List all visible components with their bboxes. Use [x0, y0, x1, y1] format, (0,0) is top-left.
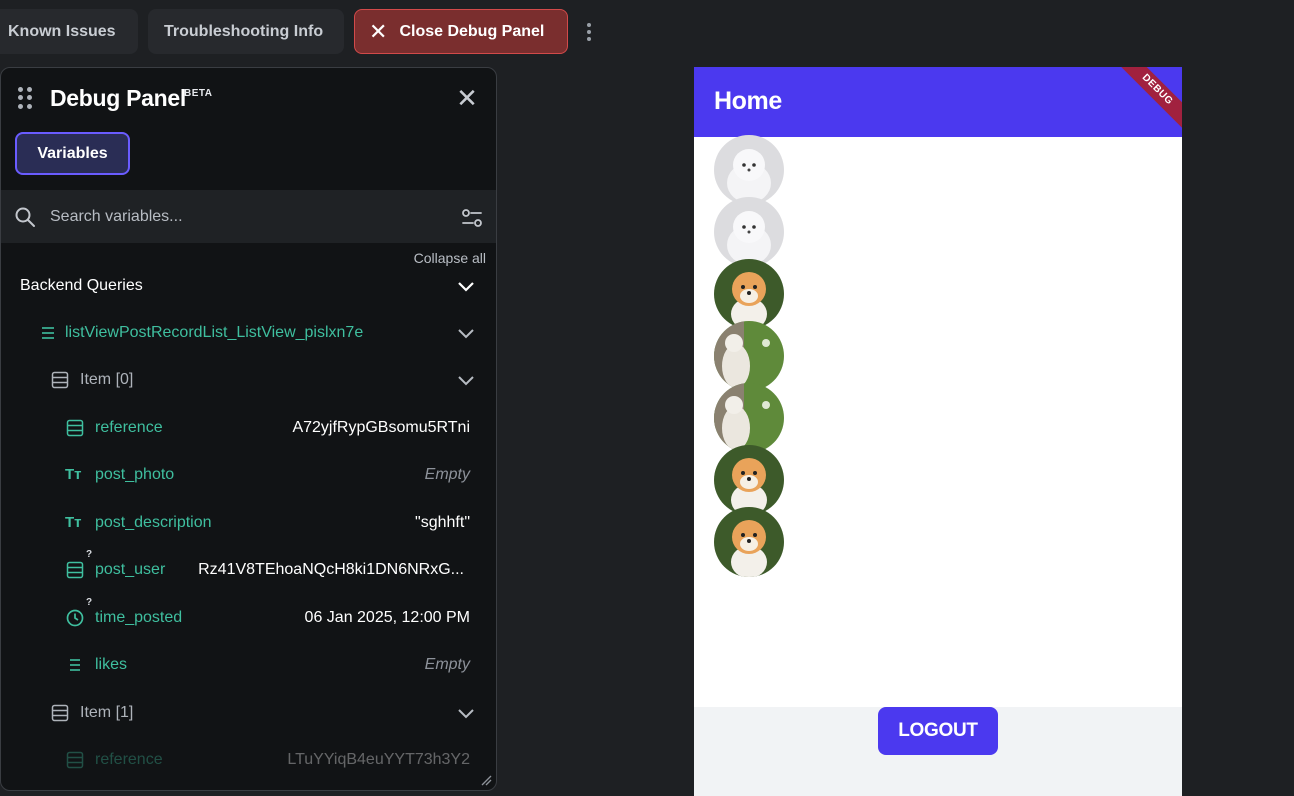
document-ref-icon [66, 419, 84, 437]
field-name: post_user [95, 561, 166, 578]
logout-label: LOGOUT [898, 720, 978, 741]
known-issues-label: Known Issues [8, 22, 116, 40]
troubleshooting-info-button[interactable]: Troubleshooting Info [148, 9, 344, 54]
post-list [714, 135, 784, 577]
list-item[interactable] [714, 507, 784, 577]
section-label: Backend Queries [20, 277, 143, 294]
search-icon [15, 207, 35, 227]
field-value: Empty [424, 466, 470, 483]
footer-area: LOGOUT [694, 707, 1182, 796]
field-value: A72yjfRypGBsomu5RTni [292, 419, 470, 436]
chevron-down-icon [458, 376, 474, 386]
clock-icon [66, 609, 84, 627]
search-input[interactable] [50, 204, 430, 230]
list-icon [70, 659, 80, 671]
avatar [714, 321, 784, 391]
field-name: likes [95, 656, 128, 673]
troubleshooting-label: Troubleshooting Info [164, 22, 324, 40]
text-type-icon: Tт [65, 514, 82, 531]
field-name: reference [95, 751, 163, 768]
avatar [714, 135, 784, 205]
app-preview: Home DEBUG LOGOUT [694, 67, 1182, 796]
drag-handle-icon[interactable] [18, 87, 32, 109]
field-name: post_description [95, 514, 212, 531]
item-1-node[interactable]: Item [1] [1, 690, 496, 736]
document-icon [51, 371, 69, 389]
debug-ribbon: DEBUG [1111, 67, 1182, 136]
avatar [714, 445, 784, 515]
beta-badge: BETA [184, 88, 213, 99]
chevron-down-icon [458, 282, 474, 292]
field-row[interactable]: Tт post_photo Empty [1, 452, 496, 498]
field-name: post_photo [95, 466, 175, 483]
close-icon: ✕ [369, 18, 388, 44]
resize-handle-icon[interactable] [480, 774, 492, 786]
query-name: listViewPostRecordList_ListView_pislxn7e [65, 324, 364, 341]
list-item[interactable] [714, 321, 784, 391]
field-row[interactable]: reference LTuYYiqB4euYYT73h3Y2 [1, 737, 496, 783]
close-debug-panel-button[interactable]: ✕ Close Debug Panel [354, 9, 568, 54]
field-name: reference [95, 419, 163, 436]
item-0-node[interactable]: Item [0] [1, 357, 496, 403]
list-item[interactable] [714, 135, 784, 205]
field-row[interactable]: likes Empty [1, 642, 496, 688]
item-label: Item [0] [80, 371, 134, 388]
section-backend-queries[interactable]: Backend Queries [1, 263, 496, 309]
text-type-icon: Tт [65, 466, 82, 483]
filter-icon[interactable] [461, 207, 483, 229]
avatar [714, 259, 784, 329]
page-title: Home [714, 87, 782, 115]
tab-variables-label: Variables [37, 144, 108, 162]
document-ref-icon [66, 561, 84, 579]
field-value: LTuYYiqB4euYYT73h3Y2 [287, 751, 470, 768]
close-debug-label: Close Debug Panel [399, 22, 545, 40]
search-bar [1, 190, 496, 243]
query-node[interactable]: listViewPostRecordList_ListView_pislxn7e [1, 310, 496, 356]
list-item[interactable] [714, 445, 784, 515]
tab-variables[interactable]: Variables [15, 132, 130, 175]
panel-close-icon[interactable]: ✕ [455, 85, 479, 111]
app-bar: Home DEBUG [694, 67, 1182, 137]
nullable-mark: ? [86, 549, 93, 560]
debug-panel-header: Debug Panel BETA ✕ [1, 68, 496, 130]
more-options-icon[interactable] [580, 18, 598, 46]
list-icon [42, 327, 54, 339]
chevron-down-icon [458, 709, 474, 719]
avatar [714, 383, 784, 453]
field-row[interactable]: ? time_posted 06 Jan 2025, 12:00 PM [1, 595, 496, 641]
known-issues-button[interactable]: Known Issues [0, 9, 138, 54]
avatar [714, 197, 784, 267]
chevron-down-icon [458, 329, 474, 339]
panel-title: Debug Panel [50, 85, 187, 111]
avatar [714, 507, 784, 577]
field-row[interactable]: reference A72yjfRypGBsomu5RTni [1, 405, 496, 451]
field-row[interactable]: Tт post_description "sghhft" [1, 500, 496, 546]
field-value: 06 Jan 2025, 12:00 PM [304, 609, 470, 626]
list-item[interactable] [714, 383, 784, 453]
list-item[interactable] [714, 197, 784, 267]
field-name: time_posted [95, 609, 183, 626]
top-toolbar: Known Issues Troubleshooting Info ✕ Clos… [0, 0, 1294, 64]
list-item[interactable] [714, 259, 784, 329]
logout-button[interactable]: LOGOUT [878, 707, 998, 755]
field-value: Rz41V8TEhoaNQcH8ki1DN6NRxG... [198, 561, 464, 578]
debug-panel: Debug Panel BETA ✕ Variables Collapse al… [0, 67, 497, 791]
field-value: "sghhft" [415, 514, 470, 531]
document-ref-icon [66, 751, 84, 769]
nullable-mark: ? [86, 597, 93, 608]
field-row[interactable]: ? post_user Rz41V8TEhoaNQcH8ki1DN6NRxG..… [1, 547, 496, 593]
item-label: Item [1] [80, 704, 134, 721]
document-icon [51, 704, 69, 722]
field-value: Empty [424, 656, 470, 673]
